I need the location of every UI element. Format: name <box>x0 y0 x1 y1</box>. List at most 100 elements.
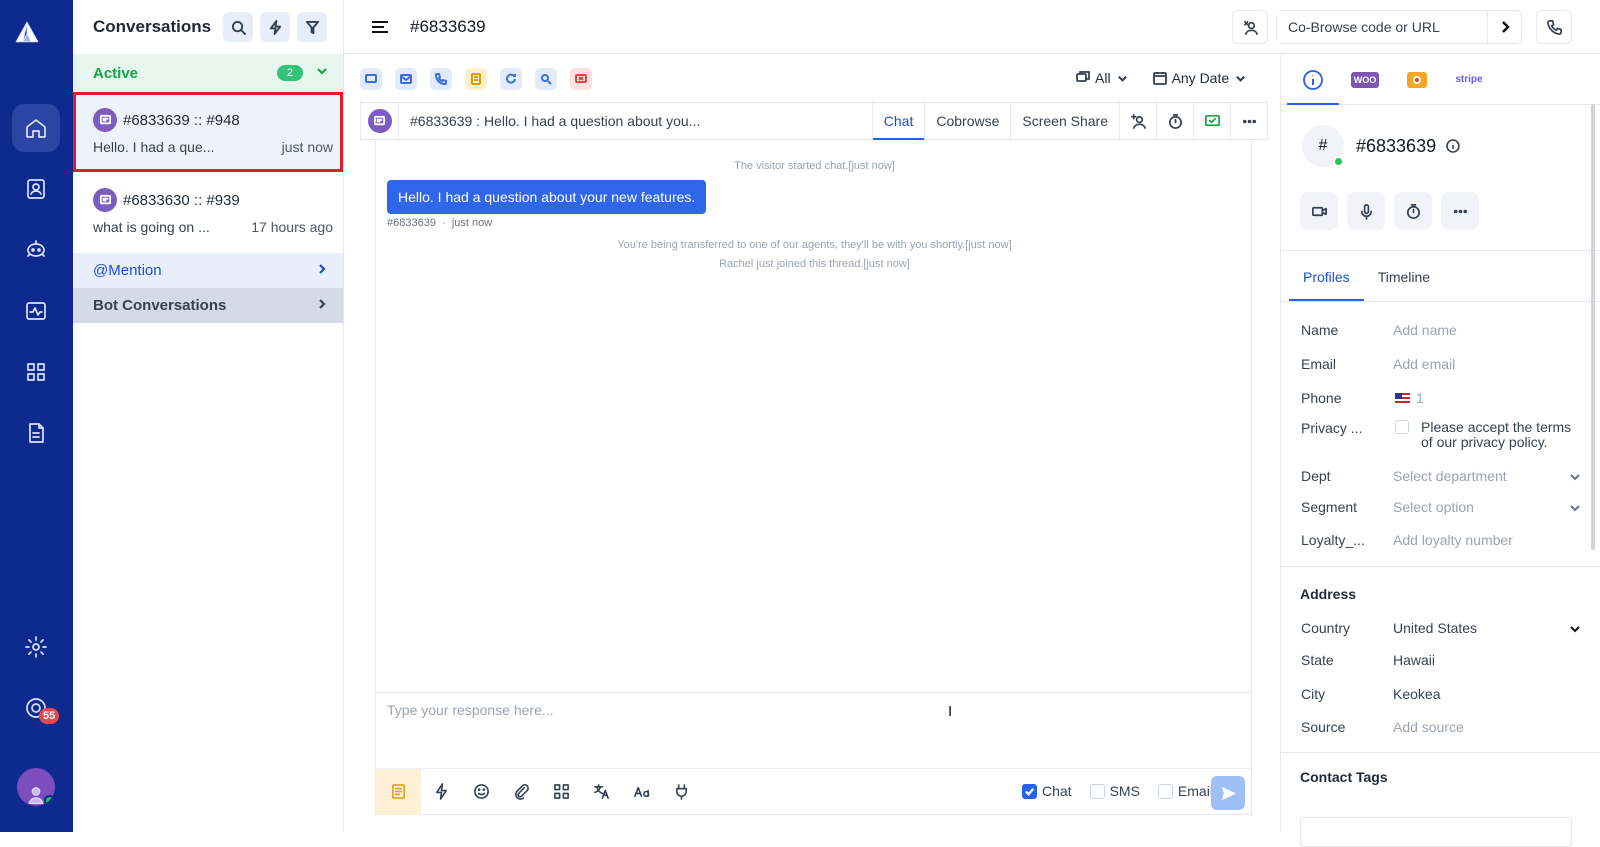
cobrowse-input[interactable] <box>1277 11 1487 43</box>
transfer-agent-icon[interactable] <box>1119 102 1156 140</box>
search-filter-icon[interactable] <box>535 68 557 90</box>
chevron-down-icon <box>315 64 329 83</box>
phone-input[interactable]: 1 <box>1393 390 1581 406</box>
chevron-down-icon <box>1569 470 1581 486</box>
menu-icon[interactable] <box>370 17 390 37</box>
segment-select[interactable]: Select option <box>1393 499 1581 515</box>
contacts-icon[interactable] <box>12 165 60 213</box>
user-search-icon <box>1243 20 1258 35</box>
tab-profiles[interactable]: Profiles <box>1289 253 1364 301</box>
woocommerce-logo: WOO <box>1350 71 1380 88</box>
notes-filter-icon[interactable] <box>465 68 487 90</box>
privacy-checkbox[interactable] <box>1395 420 1409 434</box>
analytics-icon[interactable] <box>12 287 60 335</box>
cobrowse-go-button[interactable] <box>1487 11 1521 43</box>
sms-channel-label: SMS <box>1109 783 1140 799</box>
quick-action-button[interactable] <box>260 12 291 42</box>
bot-conversations-section[interactable]: Bot Conversations <box>73 288 343 323</box>
apps-icon[interactable] <box>541 769 581 815</box>
chat-icon <box>93 188 117 212</box>
more-actions-button[interactable] <box>1441 192 1479 230</box>
active-count-badge: 2 <box>276 65 303 81</box>
conversation-item[interactable]: #6833639 :: #948 Hello. I had a que... ju… <box>73 92 343 172</box>
sms-checkbox[interactable] <box>1089 783 1105 799</box>
chat-filter-icon[interactable] <box>360 68 382 90</box>
assign-agent-button[interactable] <box>1232 10 1268 44</box>
settings-icon[interactable] <box>12 623 60 671</box>
user-avatar[interactable] <box>17 768 55 806</box>
email-filter-icon[interactable] <box>395 68 417 90</box>
video-call-button[interactable] <box>1300 192 1338 230</box>
phone-icon <box>1546 19 1562 35</box>
composer[interactable]: Type your response here... I Chat SMS Em… <box>375 693 1253 815</box>
source-input[interactable]: Add source <box>1393 719 1581 735</box>
lightning-icon[interactable] <box>421 769 461 815</box>
tab-stripe[interactable]: stripe <box>1443 55 1495 105</box>
tab-timeline[interactable]: Timeline <box>1364 253 1444 301</box>
city-input[interactable]: Keokea <box>1393 686 1581 702</box>
more-options-icon[interactable] <box>1230 102 1267 140</box>
info-icon[interactable] <box>1446 139 1460 153</box>
emoji-icon[interactable] <box>461 769 501 815</box>
integrations-icon[interactable] <box>12 348 60 396</box>
tab-chat[interactable]: Chat <box>871 102 925 140</box>
name-input[interactable]: Add name <box>1393 322 1581 338</box>
resolve-chat-icon[interactable] <box>1193 102 1230 140</box>
app-logo[interactable] <box>15 20 57 58</box>
notification-badge: 55 <box>39 708 60 724</box>
integration-tabs: WOO stripe <box>1281 55 1600 105</box>
tab-info[interactable] <box>1287 55 1339 105</box>
search-button[interactable] <box>223 12 254 42</box>
field-name: Name Add name <box>1301 322 1581 338</box>
contact-avatar: # <box>1302 125 1344 167</box>
cobrowse-field <box>1276 10 1522 44</box>
us-flag-icon[interactable] <box>1395 393 1410 404</box>
response-input[interactable]: Type your response here... <box>387 702 554 718</box>
loyalty-input[interactable]: Add loyalty number <box>1393 532 1581 548</box>
tab-shopify[interactable] <box>1391 55 1443 105</box>
channel-dropdown[interactable]: All <box>1076 70 1133 86</box>
reports-icon[interactable] <box>12 409 60 457</box>
chat-channel-label: Chat <box>1042 783 1072 799</box>
notes-icon[interactable] <box>376 768 421 815</box>
thread-subject: #6833639 : Hello. I had a question about… <box>410 113 701 129</box>
voice-call-button[interactable] <box>1347 192 1385 230</box>
date-dropdown[interactable]: Any Date <box>1152 70 1252 86</box>
profile-tabs: Profiles Timeline <box>1289 253 1444 301</box>
chat-checkbox[interactable] <box>1022 783 1037 799</box>
tab-cobrowse[interactable]: Cobrowse <box>924 102 1010 140</box>
mention-section[interactable]: @Mention <box>73 253 343 288</box>
phone-filter-icon[interactable] <box>430 68 452 90</box>
field-privacy: Privacy ... Please accept the terms of ou… <box>1301 420 1581 450</box>
active-section-toggle[interactable]: Active 2 <box>73 54 343 92</box>
country-select[interactable]: United States <box>1393 620 1581 636</box>
paperclip-icon[interactable] <box>501 769 541 815</box>
home-icon[interactable] <box>12 104 60 152</box>
plug-icon[interactable] <box>661 769 701 815</box>
send-button[interactable] <box>1211 776 1245 810</box>
chat-icon <box>93 108 117 132</box>
dept-select[interactable]: Select department <box>1393 468 1581 484</box>
refresh-filter-icon[interactable] <box>500 68 522 90</box>
flag-filter-icon[interactable] <box>570 68 592 90</box>
tab-woocommerce[interactable]: WOO <box>1339 55 1391 105</box>
contact-tags-input[interactable] <box>1300 817 1572 847</box>
privacy-text: Please accept the terms of our privacy p… <box>1421 419 1572 450</box>
font-icon[interactable] <box>621 769 661 815</box>
timer-icon[interactable] <box>1156 102 1193 140</box>
search-icon <box>231 20 246 35</box>
state-input[interactable]: Hawaii <box>1393 652 1581 668</box>
conversation-title: #6833630 :: #939 <box>123 191 240 209</box>
call-button[interactable] <box>1536 10 1572 44</box>
translate-icon[interactable] <box>581 769 621 815</box>
email-input[interactable]: Add email <box>1393 356 1581 372</box>
filter-icon <box>305 20 319 34</box>
email-checkbox[interactable] <box>1157 783 1173 799</box>
bot-icon[interactable] <box>12 226 60 274</box>
conversation-item[interactable]: #6833630 :: #939 what is going on ... 17 … <box>73 172 343 252</box>
timer-button[interactable] <box>1394 192 1432 230</box>
tab-screen-share[interactable]: Screen Share <box>1010 102 1119 140</box>
conversation-time: 17 hours ago <box>251 219 333 235</box>
filter-button[interactable] <box>297 12 328 42</box>
panel-scrollbar[interactable] <box>1591 104 1595 550</box>
